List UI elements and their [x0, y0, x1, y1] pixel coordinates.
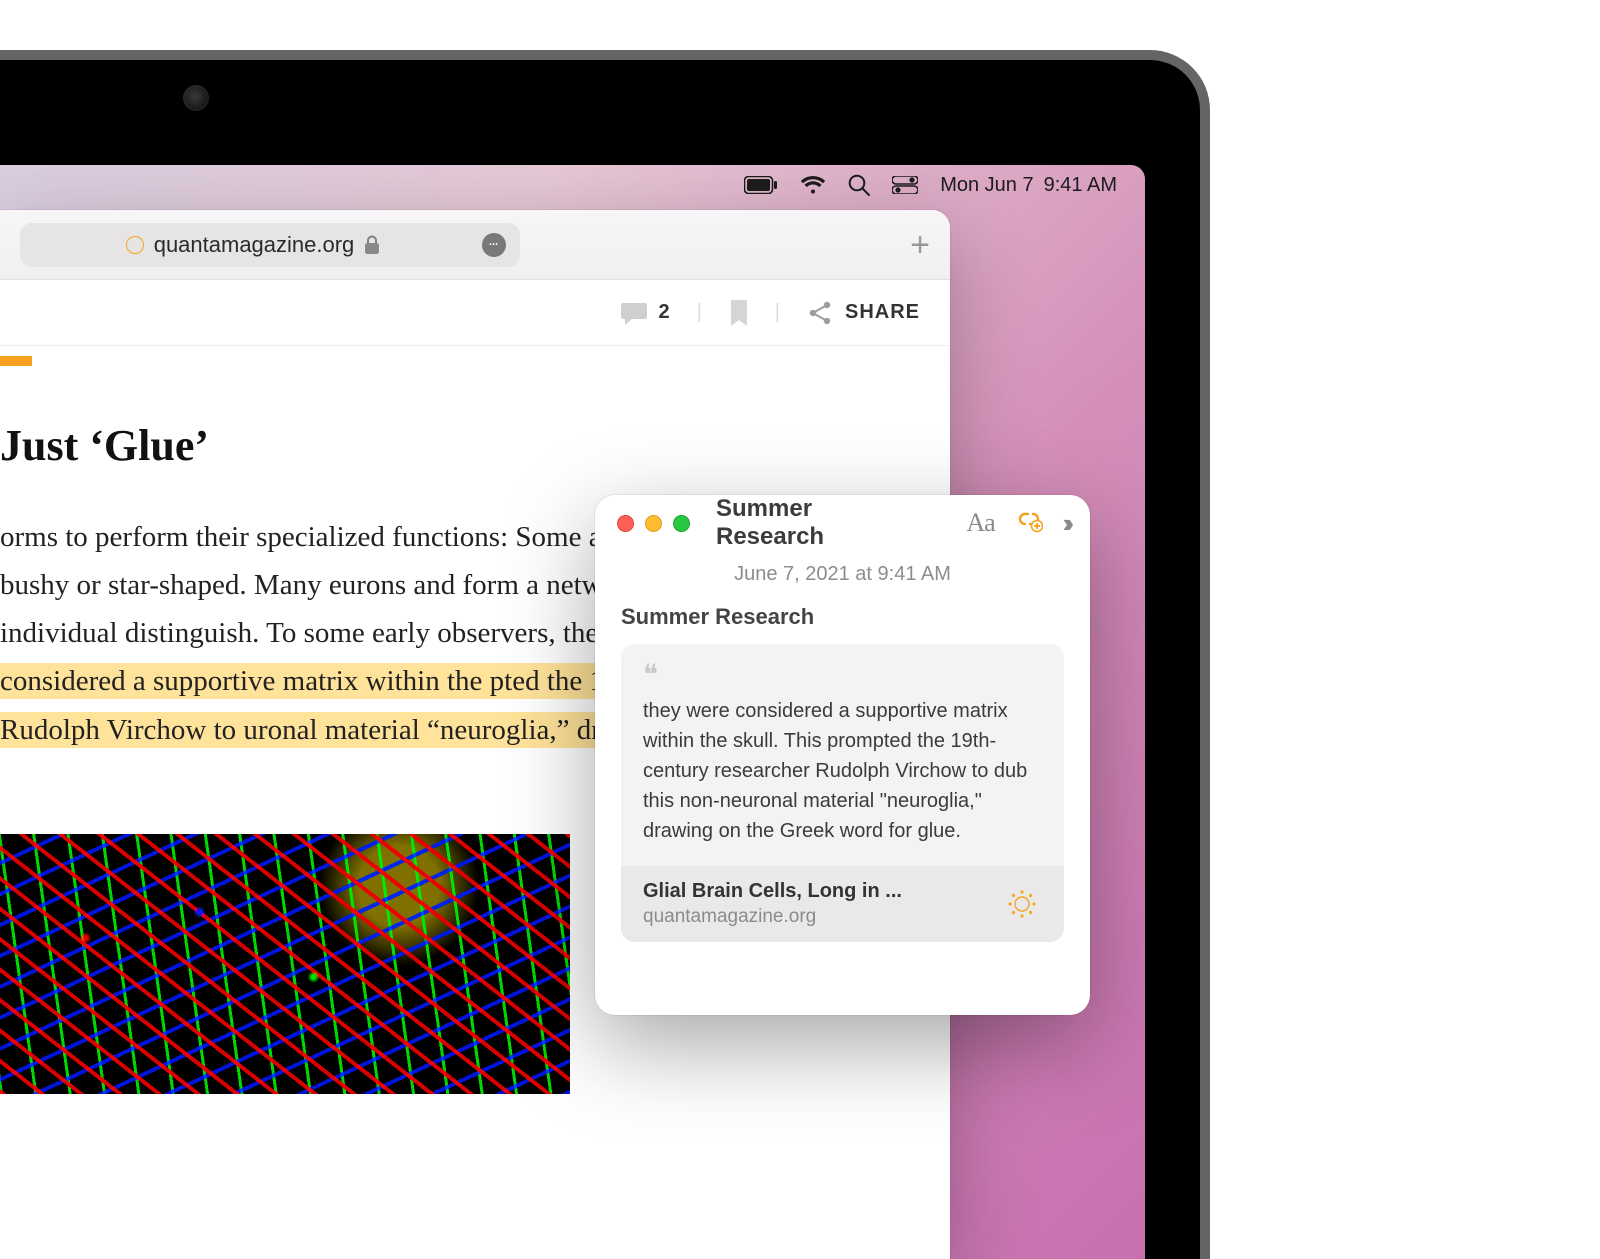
address-bar[interactable]: quantamagazine.org •••: [20, 223, 520, 267]
lock-icon: [364, 235, 380, 255]
quote-source-title: Glial Brain Cells, Long in ...: [643, 880, 988, 903]
section-marker: [0, 356, 32, 366]
menubar-date: Mon Jun 7: [940, 174, 1033, 197]
address-text: quantamagazine.org: [154, 232, 355, 258]
article-heading: Just ‘Glue’: [0, 420, 910, 471]
wifi-icon[interactable]: [800, 175, 826, 195]
site-favicon-icon: [126, 236, 144, 254]
notes-window: Summer Research Aa ›› June 7, 2021 at 9:…: [595, 495, 1090, 1015]
comment-count: 2: [658, 301, 670, 324]
share-button[interactable]: SHARE: [807, 300, 920, 326]
quote-source[interactable]: Glial Brain Cells, Long in ... quantamag…: [621, 866, 1064, 942]
macos-menubar: Mon Jun 7 9:41 AM: [0, 165, 1145, 205]
desktop-screen: Mon Jun 7 9:41 AM quantamagazine.org •••…: [0, 165, 1145, 1259]
new-tab-button[interactable]: +: [910, 228, 930, 262]
safari-toolbar: quantamagazine.org ••• +: [0, 210, 950, 280]
camera-icon: [183, 85, 209, 111]
notes-window-title: Summer Research: [716, 495, 926, 551]
article-action-bar: 2 | | SHARE: [0, 280, 950, 346]
comments-button[interactable]: 2: [620, 301, 670, 325]
comment-icon: [620, 301, 648, 325]
quote-card[interactable]: ❝ they were considered a supportive matr…: [621, 644, 1064, 942]
add-link-button[interactable]: [1015, 507, 1043, 540]
laptop-bezel: Mon Jun 7 9:41 AM quantamagazine.org •••…: [0, 50, 1210, 1259]
format-button[interactable]: Aa: [966, 508, 994, 538]
menubar-datetime[interactable]: Mon Jun 7 9:41 AM: [940, 174, 1117, 197]
battery-icon[interactable]: [744, 176, 778, 194]
control-center-icon[interactable]: [892, 176, 918, 194]
minimize-button[interactable]: [645, 515, 662, 532]
more-button[interactable]: ››: [1063, 508, 1068, 539]
article-figure: [0, 834, 570, 1094]
share-icon: [807, 300, 833, 326]
bookmark-icon[interactable]: [729, 300, 749, 326]
notes-toolbar: Summer Research Aa ››: [595, 495, 1090, 551]
notes-body[interactable]: June 7, 2021 at 9:41 AM Summer Research …: [595, 551, 1090, 954]
quote-mark-icon: ❝: [643, 662, 1042, 690]
page-settings-button[interactable]: •••: [482, 233, 506, 257]
quote-text: they were considered a supportive matrix…: [643, 696, 1042, 846]
maximize-button[interactable]: [673, 515, 690, 532]
share-label: SHARE: [845, 301, 920, 324]
spotlight-search-icon[interactable]: [848, 174, 870, 196]
note-timestamp: June 7, 2021 at 9:41 AM: [621, 563, 1064, 586]
window-controls: [617, 515, 690, 532]
menubar-time: 9:41 AM: [1044, 174, 1117, 197]
quote-source-site: quantamagazine.org: [643, 906, 988, 928]
note-title: Summer Research: [621, 604, 1064, 630]
close-button[interactable]: [617, 515, 634, 532]
source-favicon-icon: [1002, 884, 1042, 924]
